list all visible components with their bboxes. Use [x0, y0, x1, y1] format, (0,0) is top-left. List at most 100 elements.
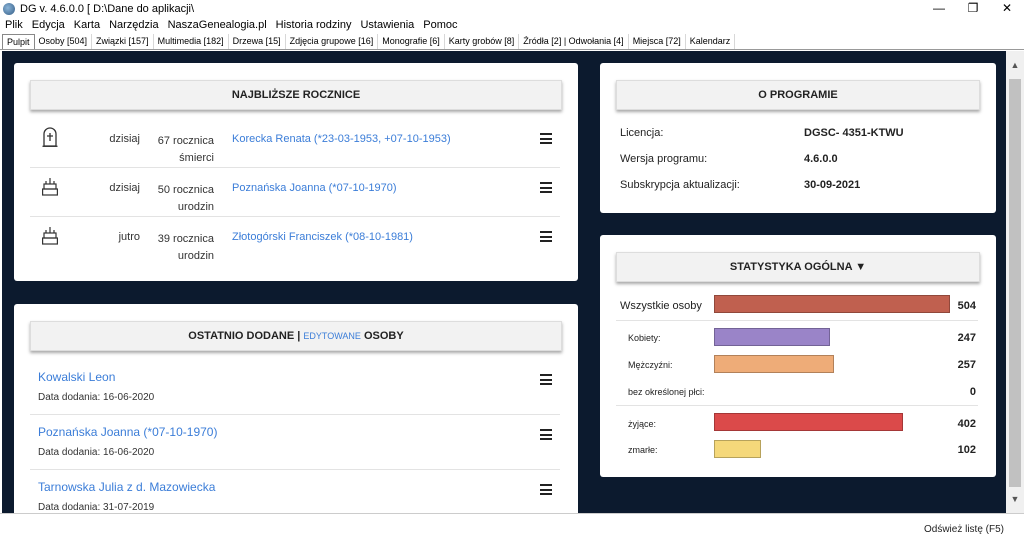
- menu-narzedzia[interactable]: Narzędzia: [109, 18, 159, 34]
- recent-persons-panel: OSTATNIO DODANE | EDYTOWANE OSOBY Kowals…: [14, 304, 578, 513]
- general-statistics-panel: STATYSTYKA OGÓLNA ▼ Wszystkie osoby 504 …: [600, 235, 996, 477]
- stat-value-women: 247: [957, 332, 976, 344]
- stat-value-deceased: 102: [957, 444, 976, 456]
- tombstone-icon: [42, 127, 58, 147]
- anniversaries-panel: NAJBLIŻSZE ROCZNICE dzisiaj 67 rocznica ś…: [14, 63, 578, 281]
- anniversaries-title: NAJBLIŻSZE ROCZNICE: [30, 80, 562, 110]
- tab-pulpit[interactable]: Pulpit: [2, 34, 35, 49]
- version-label: Wersja programu:: [620, 153, 708, 165]
- title-bar: DG v. 4.6.0.0 [ D:\Dane do aplikacji\ — …: [0, 0, 1024, 18]
- hamburger-menu-icon[interactable]: [540, 133, 552, 144]
- menu-bar: Plik Edycja Karta Narzędzia NaszaGenealo…: [0, 18, 1024, 34]
- recent-title-edited-link[interactable]: EDYTOWANE: [303, 331, 361, 341]
- anniversary-row: dzisiaj 67 rocznica śmierci Korecka Renat…: [30, 119, 560, 168]
- menu-edycja[interactable]: Edycja: [32, 18, 65, 34]
- scrollbar-thumb[interactable]: [1009, 79, 1021, 487]
- cake-icon: [42, 178, 58, 196]
- tab-kalendarz[interactable]: Kalendarz: [686, 34, 736, 49]
- tab-zdjecia-grupowe[interactable]: Zdjęcia grupowe [16]: [286, 34, 379, 49]
- stat-value-living: 402: [957, 418, 976, 430]
- stat-value-all: 504: [957, 300, 976, 312]
- minimize-button[interactable]: —: [922, 0, 956, 18]
- hamburger-menu-icon[interactable]: [540, 182, 552, 193]
- hamburger-menu-icon[interactable]: [540, 374, 552, 385]
- recent-person-row: Tarnowska Julia z d. Mazowiecka Data dod…: [30, 470, 560, 513]
- tab-bar: Pulpit Osoby [504] Związki [157] Multime…: [0, 34, 1024, 50]
- tab-multimedia[interactable]: Multimedia [182]: [154, 34, 229, 49]
- anniversary-person-link[interactable]: Złotogórski Franciszek (*08-10-1981): [232, 231, 413, 243]
- menu-naszagenealogia[interactable]: NaszaGenealogia.pl: [168, 18, 267, 34]
- recent-person-added-date: Data dodania: 16-06-2020: [38, 392, 155, 403]
- subscription-value: 30-09-2021: [804, 179, 861, 191]
- version-value: 4.6.0.0: [804, 153, 838, 165]
- about-program-title: O PROGRAMIE: [616, 80, 980, 110]
- vertical-scrollbar[interactable]: ▲ ▼: [1006, 51, 1024, 513]
- anniversary-count: 50 rocznica urodzin: [154, 182, 214, 216]
- scroll-down-arrow-icon[interactable]: ▼: [1006, 491, 1024, 507]
- window-title: DG v. 4.6.0.0 [ D:\Dane do aplikacji\: [20, 3, 195, 15]
- app-icon: [3, 3, 15, 15]
- anniversary-row: dzisiaj 50 rocznica urodzin Poznańska Joa…: [30, 168, 560, 217]
- recent-person-link[interactable]: Kowalski Leon: [38, 370, 115, 384]
- menu-historia-rodziny[interactable]: Historia rodziny: [276, 18, 352, 34]
- anniversary-when: jutro: [118, 231, 140, 243]
- hamburger-menu-icon[interactable]: [540, 231, 552, 242]
- tab-zwiazki[interactable]: Związki [157]: [92, 34, 154, 49]
- stat-bar-men: [714, 355, 834, 373]
- anniversary-count: 39 rocznica urodzin: [154, 231, 214, 265]
- recent-person-link[interactable]: Tarnowska Julia z d. Mazowiecka: [38, 480, 215, 494]
- recent-person-link[interactable]: Poznańska Joanna (*07-10-1970): [38, 425, 217, 439]
- anniversary-count: 67 rocznica śmierci: [154, 133, 214, 167]
- anniversary-when: dzisiaj: [109, 182, 140, 194]
- anniversary-person-link[interactable]: Korecka Renata (*23-03-1953, +07-10-1953…: [232, 133, 451, 145]
- tab-monografie[interactable]: Monografie [6]: [378, 34, 445, 49]
- stat-bar-living: [714, 413, 903, 431]
- hamburger-menu-icon[interactable]: [540, 429, 552, 440]
- stat-value-men: 257: [957, 359, 976, 371]
- recent-person-row: Poznańska Joanna (*07-10-1970) Data doda…: [30, 415, 560, 470]
- stat-label-deceased: zmarłe:: [628, 445, 658, 455]
- stat-separator: [616, 405, 978, 406]
- refresh-list-button[interactable]: Odśwież listę (F5): [924, 524, 1004, 535]
- anniversary-count-line2: urodzin: [177, 250, 214, 262]
- stat-label-women: Kobiety:: [628, 333, 661, 343]
- stat-bar-women: [714, 328, 830, 346]
- menu-pomoc[interactable]: Pomoc: [423, 18, 457, 34]
- menu-karta[interactable]: Karta: [74, 18, 100, 34]
- recent-person-row: Kowalski Leon Data dodania: 16-06-2020: [30, 360, 560, 415]
- tab-miejsca[interactable]: Miejsca [72]: [629, 34, 686, 49]
- license-value: DGSC- 4351-KTWU: [804, 127, 904, 139]
- stat-label-unknown-gender: bez określonej płci:: [628, 387, 705, 397]
- stat-label-living: żyjące:: [628, 419, 657, 429]
- license-label: Licencja:: [620, 127, 664, 139]
- dashboard: NAJBLIŻSZE ROCZNICE dzisiaj 67 rocznica ś…: [2, 51, 1006, 513]
- cake-icon: [42, 227, 58, 245]
- tab-osoby[interactable]: Osoby [504]: [35, 34, 93, 49]
- recent-persons-title: OSTATNIO DODANE | EDYTOWANE OSOBY: [30, 321, 562, 351]
- stat-bar-all: [714, 295, 950, 313]
- statistics-title[interactable]: STATYSTYKA OGÓLNA ▼: [616, 252, 980, 282]
- stat-separator: [616, 320, 978, 321]
- hamburger-menu-icon[interactable]: [540, 484, 552, 495]
- restore-button[interactable]: ❐: [956, 0, 990, 18]
- anniversary-when: dzisiaj: [109, 133, 140, 145]
- menu-plik[interactable]: Plik: [5, 18, 23, 34]
- tab-zrodla[interactable]: Źródła [2] | Odwołania [4]: [519, 34, 629, 49]
- anniversary-person-link[interactable]: Poznańska Joanna (*07-10-1970): [232, 182, 397, 194]
- anniversary-row: jutro 39 rocznica urodzin Złotogórski Fra…: [30, 217, 560, 266]
- tab-karty-grobow[interactable]: Karty grobów [8]: [445, 34, 520, 49]
- scroll-up-arrow-icon[interactable]: ▲: [1006, 57, 1024, 73]
- close-button[interactable]: ✕: [990, 0, 1024, 18]
- status-footer: Odśwież listę (F5): [0, 513, 1024, 546]
- window-controls: — ❐ ✕: [922, 0, 1024, 18]
- stat-value-unknown-gender: 0: [969, 386, 976, 398]
- subscription-label: Subskrypcja aktualizacji:: [620, 179, 740, 191]
- stat-bar-deceased: [714, 440, 761, 458]
- statistics-title-text: STATYSTYKA OGÓLNA: [729, 261, 853, 273]
- menu-ustawienia[interactable]: Ustawienia: [360, 18, 414, 34]
- stat-label-men: Mężczyźni:: [628, 360, 673, 370]
- recent-title-added[interactable]: OSTATNIO DODANE |: [188, 330, 300, 342]
- about-program-panel: O PROGRAMIE Licencja: DGSC- 4351-KTWU We…: [600, 63, 996, 213]
- recent-person-added-date: Data dodania: 31-07-2019: [38, 502, 155, 513]
- tab-drzewa[interactable]: Drzewa [15]: [229, 34, 286, 49]
